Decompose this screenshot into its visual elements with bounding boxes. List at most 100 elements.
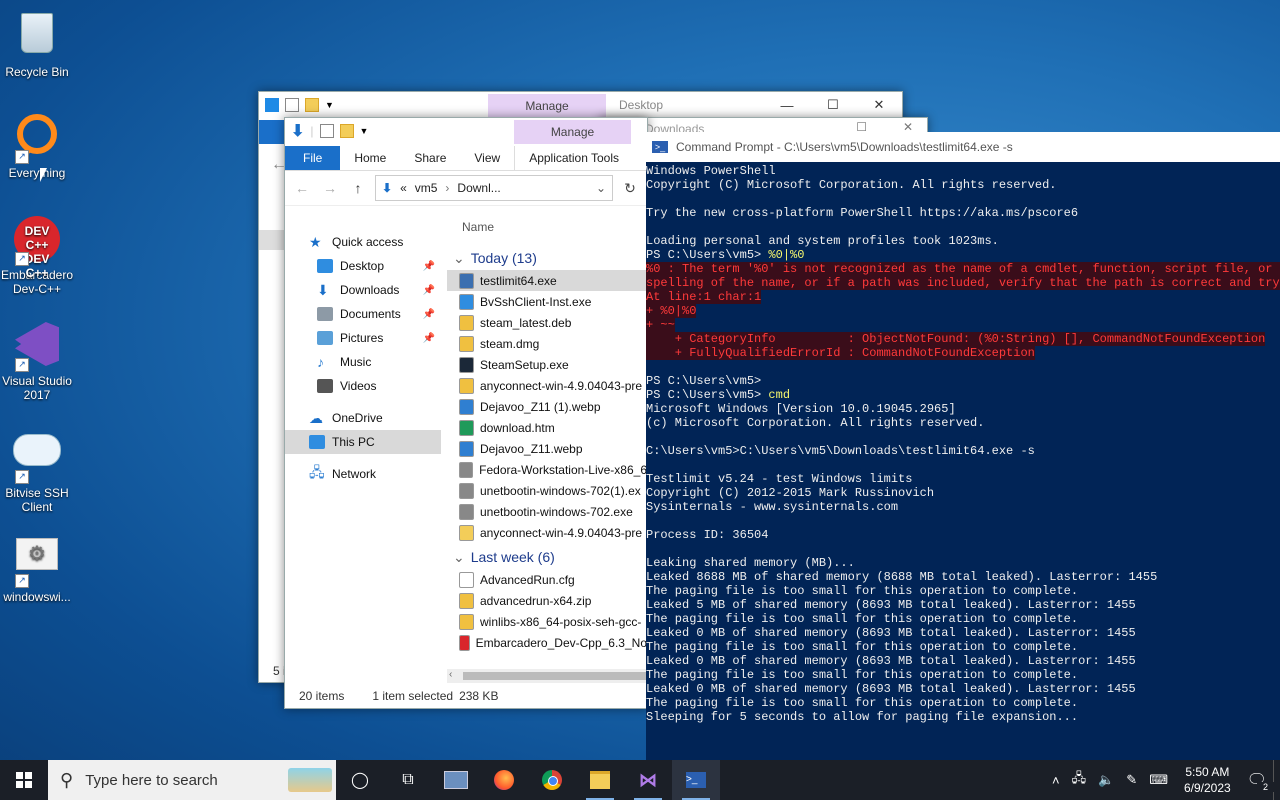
refresh-icon[interactable]: ↻ [619, 180, 641, 197]
nav-item-desktop[interactable]: Desktop 📌 [285, 254, 441, 278]
file-row[interactable]: unetbootin-windows-702(1).ex [447, 480, 647, 501]
manage-tab-back[interactable]: Manage [488, 94, 606, 118]
pen-icon[interactable]: ✎ [1120, 772, 1143, 788]
nav-item-label: OneDrive [332, 411, 383, 425]
desktop-icon-devcpp[interactable]: DEV C++ DEV C++ ↗ Embarcadero Dev-C++ [0, 216, 74, 296]
chrome-icon[interactable] [528, 760, 576, 800]
file-row[interactable]: download.htm [447, 417, 647, 438]
nav-item-quick-access[interactable]: ★ Quick access [285, 230, 441, 254]
file-explorer-icon[interactable] [576, 760, 624, 800]
file-row[interactable]: BvSshClient-Inst.exe [447, 291, 647, 312]
terminal-error-line: At line:1 char:1 [646, 290, 1280, 304]
file-row[interactable]: anyconnect-win-4.9.04043-pre [447, 522, 647, 543]
minimize-button[interactable]: — [764, 92, 810, 118]
file-row[interactable]: unetbootin-windows-702.exe [447, 501, 647, 522]
chevron-down-icon[interactable]: ⌄ [453, 250, 465, 267]
file-group-header[interactable]: ⌄ Today (13) [447, 246, 647, 270]
windows-logo-icon [16, 772, 32, 788]
pin-icon[interactable]: 📌 [423, 261, 435, 272]
network-app-icon[interactable] [432, 760, 480, 800]
maximize-button[interactable]: ☐ [810, 92, 856, 118]
tab-share[interactable]: Share [400, 146, 460, 170]
search-box[interactable]: ⚲ Type here to search [48, 760, 336, 800]
nav-item-this-pc[interactable]: This PC [285, 430, 441, 454]
tab-view[interactable]: View [460, 146, 514, 170]
terminal-titlebar[interactable]: >_ Command Prompt - C:\Users\vm5\Downloa… [646, 132, 1280, 162]
pin-icon[interactable]: 📌 [423, 285, 435, 296]
terminal-output[interactable]: Windows PowerShell Copyright (C) Microsof… [646, 162, 1280, 724]
file-row[interactable]: winlibs-x86_64-posix-seh-gcc- [447, 611, 647, 632]
address-bar[interactable]: ⬇ « vm5 › Downl... ⌄ [375, 175, 613, 201]
download-arrow-icon[interactable]: ⬇ [291, 121, 304, 141]
file-row[interactable]: steam.dmg [447, 333, 647, 354]
tab-application-tools[interactable]: Application Tools [514, 146, 634, 170]
chevron-down-icon[interactable]: ▼ [325, 100, 334, 110]
file-row[interactable]: AdvancedRun.cfg [447, 569, 647, 590]
file-row[interactable]: Embarcadero_Dev-Cpp_6.3_No [447, 632, 647, 653]
nav-item-pictures[interactable]: Pictures 📌 [285, 326, 441, 350]
close-button[interactable]: ✕ [856, 92, 902, 118]
nav-item-downloads[interactable]: ⬇ Downloads 📌 [285, 278, 441, 302]
back-arrow-icon[interactable]: ← [291, 180, 313, 196]
forward-arrow-icon[interactable]: → [319, 180, 341, 196]
desktop-icon-bitvise[interactable]: ↗ Bitvise SSH Client [0, 424, 74, 514]
desktop-icon-settings-file[interactable]: ⚙ ↗ windowswi... [0, 528, 74, 604]
nav-item-documents[interactable]: Documents 📌 [285, 302, 441, 326]
visual-studio-icon[interactable]: ⋈ [624, 760, 672, 800]
manage-tab[interactable]: Manage [514, 120, 631, 144]
file-row[interactable]: advancedrun-x64.zip [447, 590, 647, 611]
file-row[interactable]: Dejavoo_Z11.webp [447, 438, 647, 459]
file-row[interactable]: anyconnect-win-4.9.04043-pre [447, 375, 647, 396]
notifications-count: 2 [1256, 782, 1274, 792]
powershell-icon[interactable]: >_ [672, 760, 720, 800]
properties-icon[interactable] [285, 98, 299, 112]
file-group-header[interactable]: ⌄ Last week (6) [447, 545, 647, 569]
breadcrumb-vm5[interactable]: vm5 [415, 181, 438, 195]
file-row[interactable]: SteamSetup.exe [447, 354, 647, 375]
visual-studio-icon: ↗ [13, 322, 61, 372]
scroll-left-icon[interactable]: ‹ [449, 669, 452, 680]
chevron-down-icon[interactable]: ▼ [360, 126, 369, 136]
tab-file[interactable]: File [285, 146, 341, 170]
folder-icon[interactable] [339, 124, 354, 138]
chevron-up-icon[interactable]: ˄ [1046, 773, 1066, 788]
task-view-icon[interactable]: ⧉ [384, 760, 432, 800]
up-arrow-icon[interactable]: ↑ [347, 180, 369, 196]
clock[interactable]: 5:50 AM 6/9/2023 [1174, 764, 1241, 796]
pin-icon[interactable]: 📌 [423, 333, 435, 344]
nav-item-music[interactable]: ♪ Music [285, 350, 441, 374]
explorer-window-downloads[interactable]: ⬇ | ▼ Manage File Home Share View Applic… [284, 117, 648, 709]
column-header-name[interactable]: Name [462, 220, 494, 234]
nav-item-onedrive[interactable]: ☁ OneDrive [285, 406, 441, 430]
pin-icon[interactable]: 📌 [423, 309, 435, 320]
terminal-line: Sleeping for 5 seconds to allow for pagi… [646, 710, 1079, 724]
desktop-icon-everything-search[interactable]: ↗ Everything [0, 112, 74, 180]
file-row[interactable]: Dejavoo_Z11 (1).webp [447, 396, 647, 417]
cortana-icon[interactable]: ◯ [336, 760, 384, 800]
chevron-down-icon[interactable]: ⌄ [596, 181, 606, 195]
file-row[interactable]: steam_latest.deb [447, 312, 647, 333]
search-icon: ⚲ [60, 769, 74, 790]
breadcrumb-overflow[interactable]: « [400, 181, 407, 195]
firefox-icon[interactable] [480, 760, 528, 800]
file-row[interactable]: testlimit64.exe [447, 270, 647, 291]
back-file-tab[interactable] [259, 120, 285, 144]
horizontal-scrollbar[interactable]: ‹ [447, 669, 647, 683]
folder-icon[interactable] [305, 98, 319, 112]
desktop-icon-recycle-bin[interactable]: Recycle Bin [0, 8, 74, 79]
keyboard-icon[interactable]: ⌨ [1143, 772, 1174, 788]
volume-muted-icon[interactable]: 🔈 [1092, 772, 1120, 788]
breadcrumb-downloads[interactable]: Downl... [457, 181, 500, 195]
start-button[interactable] [0, 760, 48, 800]
notifications-icon[interactable]: 🗨 2 [1241, 770, 1274, 792]
network-status-icon[interactable]: 🖧 [1066, 769, 1093, 791]
file-row[interactable]: Fedora-Workstation-Live-x86_6 [447, 459, 647, 480]
terminal-window[interactable]: >_ Command Prompt - C:\Users\vm5\Downloa… [646, 132, 1280, 760]
tab-home[interactable]: Home [340, 146, 400, 170]
nav-item-network[interactable]: 🖧 Network [285, 462, 441, 486]
desktop-icon-visual-studio[interactable]: ↗ Visual Studio 2017 [0, 320, 74, 402]
nav-item-videos[interactable]: Videos [285, 374, 441, 398]
properties-icon[interactable] [319, 124, 334, 138]
chevron-down-icon[interactable]: ⌄ [453, 549, 465, 566]
